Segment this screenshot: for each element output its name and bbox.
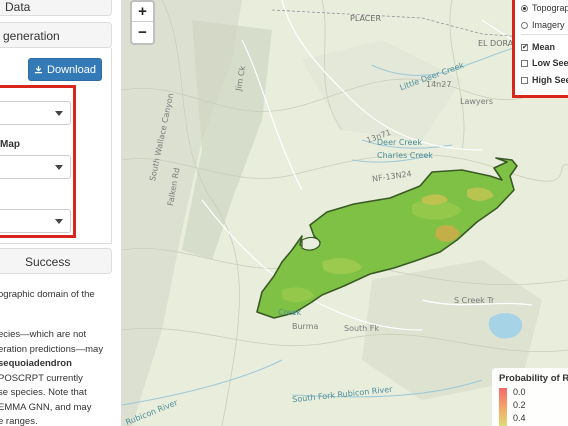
- map-label-south-fk: South Fk: [344, 324, 380, 333]
- map-select-label: Map: [0, 139, 20, 150]
- select-dropdown-1[interactable]: [0, 101, 71, 125]
- layer-option-imagery[interactable]: Imagery: [521, 20, 565, 30]
- checkbox-icon[interactable]: [521, 59, 528, 67]
- checkbox-checked-icon[interactable]: ✔: [521, 43, 528, 51]
- map-view[interactable]: South Wallace Canyon PLACER EL DORA Litt…: [122, 0, 568, 426]
- layer-control: Topographic Imagery ✔ Mean Low Seed High …: [512, 0, 568, 98]
- layer-option-high-seed[interactable]: High Seed: [521, 75, 568, 85]
- description-text-2: ecies—which are not eration predictions—…: [0, 328, 103, 426]
- layer-label: Imagery: [532, 20, 565, 30]
- download-icon: [34, 65, 43, 74]
- generation-panel-header[interactable]: generation: [0, 22, 112, 48]
- layer-divider: [521, 34, 568, 35]
- description-text-1: ographic domain of the .: [0, 288, 95, 317]
- text-line: e ranges.: [0, 416, 38, 426]
- layer-option-mean[interactable]: ✔ Mean: [521, 42, 555, 52]
- legend-tick: 0.0: [513, 387, 526, 397]
- data-panel-header[interactable]: Data: [0, 0, 112, 16]
- layer-label: High Seed: [532, 75, 568, 85]
- text-line: ographic domain of the: [0, 289, 95, 300]
- checkbox-icon[interactable]: [521, 76, 528, 84]
- download-label: Download: [47, 63, 96, 76]
- data-panel-title: Data: [5, 0, 31, 14]
- map-label-charles-creek: Charles Creek: [377, 151, 433, 160]
- map-label-burma: Burma: [292, 322, 319, 331]
- success-panel-header[interactable]: Success: [0, 248, 112, 274]
- select-dropdown-3[interactable]: [0, 209, 71, 233]
- layer-label: Low Seed: [532, 58, 568, 68]
- success-panel-title: Success: [25, 255, 71, 269]
- layer-label: Topographic: [532, 3, 568, 13]
- map-label-lawyers: Lawyers: [460, 97, 494, 106]
- legend-tick: 0.2: [513, 400, 526, 410]
- map-label-el-dorado: EL DORA: [478, 39, 514, 48]
- chevron-down-icon: [55, 165, 63, 170]
- layer-option-low-seed[interactable]: Low Seed: [521, 58, 568, 68]
- sidebar: Data generation Download Map Success ogr…: [0, 0, 122, 426]
- layer-option-topographic[interactable]: Topographic: [521, 3, 568, 13]
- text-line: ecies—which are not: [0, 329, 87, 340]
- zoom-in-button[interactable]: +: [132, 2, 153, 22]
- legend-title: Probability of R: [499, 373, 568, 384]
- legend-tick: 0.4: [513, 413, 526, 423]
- text-line: EMMA GNN, and may: [0, 401, 92, 413]
- text-line: .: [0, 303, 95, 318]
- zoom-out-button[interactable]: −: [132, 22, 153, 43]
- map-label-creek: Creek: [278, 308, 302, 317]
- legend-color-bar: [499, 388, 507, 426]
- text-line: POSCRPT currently: [0, 372, 83, 384]
- chevron-down-icon: [55, 111, 63, 116]
- map-legend: Probability of R 0.0 0.2 0.4: [492, 368, 568, 426]
- text-line: eration predictions—may: [0, 343, 104, 355]
- map-label-s-creek-tr: S Creek Tr: [454, 296, 495, 305]
- radio-selected-icon[interactable]: [521, 4, 528, 12]
- app-page: Data generation Download Map Success ogr…: [0, 0, 568, 426]
- topographic-basemap: [122, 0, 568, 426]
- select-dropdown-map[interactable]: [0, 155, 71, 179]
- species-name: sequoiadendron: [0, 358, 72, 369]
- layer-label: Mean: [532, 42, 556, 52]
- map-label-14n27: 14n27: [426, 80, 452, 89]
- download-button[interactable]: Download: [28, 58, 102, 81]
- text-line: se species. Note that: [0, 387, 87, 398]
- zoom-control: + −: [130, 0, 155, 45]
- generation-panel-title: generation: [3, 29, 60, 43]
- map-label-placer: PLACER: [350, 14, 381, 23]
- radio-icon[interactable]: [521, 21, 528, 29]
- chevron-down-icon: [55, 219, 63, 224]
